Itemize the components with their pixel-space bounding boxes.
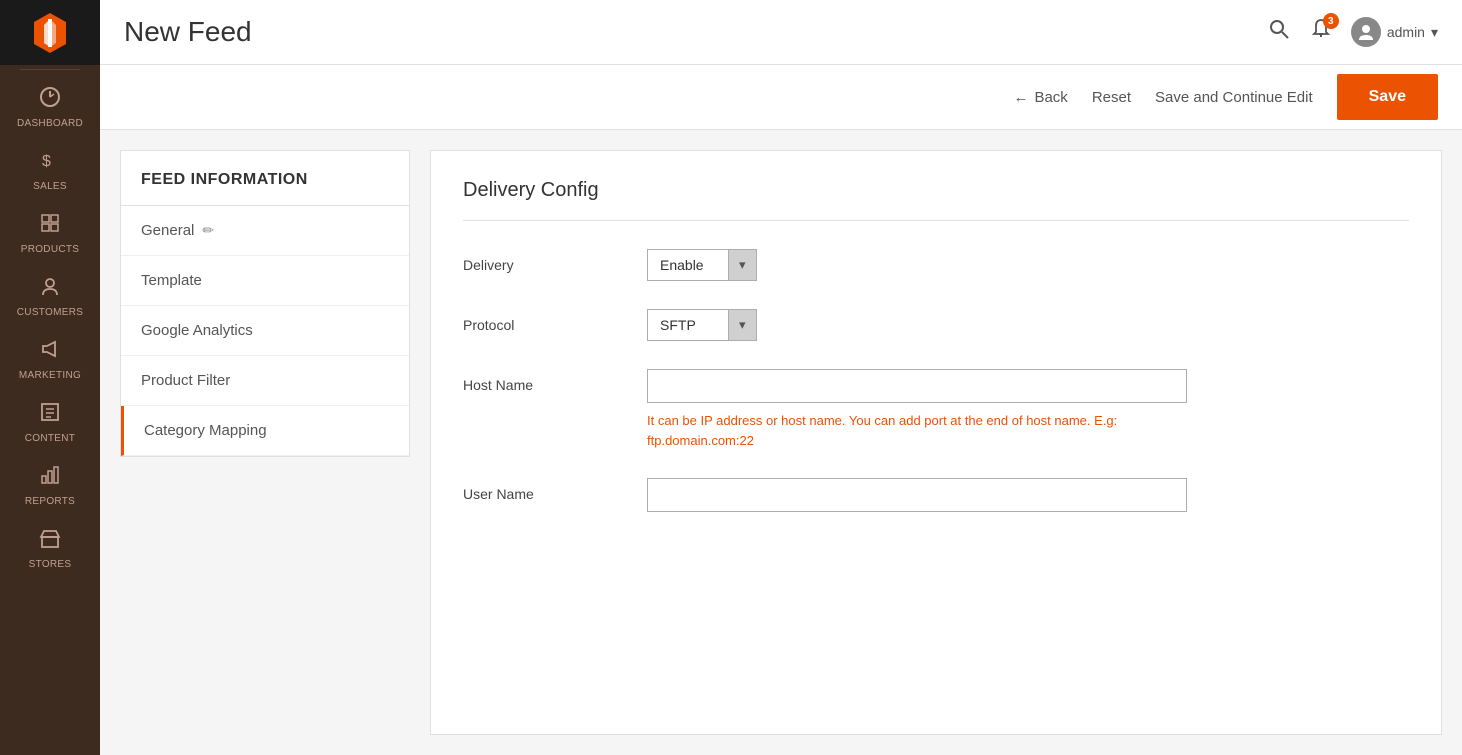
back-button[interactable]: ← Back: [1013, 89, 1067, 106]
delivery-label: Delivery: [463, 249, 623, 273]
search-icon: [1267, 17, 1291, 41]
sidebar-item-label-customers: CUSTOMERS: [17, 307, 83, 318]
nav-label-product-filter: Product Filter: [141, 372, 230, 389]
sidebar-item-label-products: PRODUCTS: [21, 244, 80, 255]
sidebar-item-label-stores: STORES: [29, 559, 72, 570]
notification-badge: 3: [1323, 13, 1339, 29]
username-control: [647, 478, 1409, 512]
magento-logo-icon: [28, 11, 72, 55]
protocol-control: SFTP: [647, 309, 1409, 341]
user-dropdown-arrow: ▾: [1431, 24, 1438, 41]
edit-icon-general: ✏: [202, 222, 214, 239]
content-area: FEED INFORMATION General ✏ Template Goog…: [100, 130, 1462, 755]
delivery-row: Delivery Enable: [463, 249, 1409, 281]
search-button[interactable]: [1267, 17, 1291, 47]
customers-icon: [39, 275, 61, 303]
save-continue-button[interactable]: Save and Continue Edit: [1155, 89, 1313, 106]
action-bar: ← Back Reset Save and Continue Edit Save: [100, 65, 1462, 130]
protocol-select-wrapper: SFTP: [647, 309, 757, 341]
user-avatar: [1351, 17, 1381, 47]
hostname-input[interactable]: [647, 369, 1187, 403]
sidebar-divider: [20, 69, 80, 70]
delivery-select-arrow[interactable]: [728, 250, 756, 280]
section-divider: [463, 220, 1409, 221]
save-button[interactable]: Save: [1337, 74, 1438, 120]
sidebar-item-reports[interactable]: REPORTS: [0, 452, 100, 515]
nav-item-general[interactable]: General ✏: [121, 206, 409, 256]
nav-label-category-mapping: Category Mapping: [144, 422, 267, 439]
username-label: User Name: [463, 478, 623, 502]
right-panel: Delivery Config Delivery Enable Protocol…: [430, 150, 1442, 735]
delivery-select-wrapper: Enable: [647, 249, 757, 281]
section-title: Delivery Config: [463, 179, 1409, 202]
sidebar-item-sales[interactable]: $ SALES: [0, 137, 100, 200]
reset-button[interactable]: Reset: [1092, 89, 1131, 106]
reports-icon: [39, 464, 61, 492]
user-menu[interactable]: admin ▾: [1351, 17, 1438, 47]
sidebar-item-label-reports: REPORTS: [25, 496, 75, 507]
nav-item-product-filter[interactable]: Product Filter: [121, 356, 409, 406]
stores-icon: [39, 527, 61, 555]
protocol-label: Protocol: [463, 309, 623, 333]
left-panel: FEED INFORMATION General ✏ Template Goog…: [120, 150, 410, 457]
marketing-icon: [39, 338, 61, 366]
sidebar-item-dashboard[interactable]: DASHBOARD: [0, 74, 100, 137]
sidebar-item-customers[interactable]: CUSTOMERS: [0, 263, 100, 326]
nav-label-template: Template: [141, 272, 202, 289]
sidebar-item-marketing[interactable]: MARKETING: [0, 326, 100, 389]
protocol-select-arrow[interactable]: [728, 310, 756, 340]
sidebar-logo: [0, 0, 100, 65]
nav-label-general: General: [141, 222, 194, 239]
sidebar-item-label-dashboard: DASHBOARD: [17, 118, 83, 129]
sidebar-item-label-sales: SALES: [33, 181, 67, 192]
hostname-row: Host Name It can be IP address or host n…: [463, 369, 1409, 450]
hostname-control: It can be IP address or host name. You c…: [647, 369, 1409, 450]
nav-item-google-analytics[interactable]: Google Analytics: [121, 306, 409, 356]
hostname-label: Host Name: [463, 369, 623, 393]
username-input[interactable]: [647, 478, 1187, 512]
top-header: New Feed 3 admin ▾: [100, 0, 1462, 65]
hostname-hint: It can be IP address or host name. You c…: [647, 411, 1187, 450]
protocol-row: Protocol SFTP: [463, 309, 1409, 341]
sidebar-item-products[interactable]: PRODUCTS: [0, 200, 100, 263]
nav-item-template[interactable]: Template: [121, 256, 409, 306]
products-icon: [39, 212, 61, 240]
page-title: New Feed: [124, 16, 252, 48]
svg-text:$: $: [42, 153, 51, 170]
sales-icon: $: [39, 149, 61, 177]
sidebar-item-stores[interactable]: STORES: [0, 515, 100, 578]
left-panel-heading: FEED INFORMATION: [121, 151, 409, 206]
sidebar: DASHBOARD $ SALES PRODUCTS CUSTOMERS MAR…: [0, 0, 100, 755]
nav-label-google-analytics: Google Analytics: [141, 322, 253, 339]
delivery-select-value: Enable: [648, 250, 728, 280]
main-area: New Feed 3 admin ▾ ← Back Reset Save: [100, 0, 1462, 755]
content-icon: [39, 401, 61, 429]
notification-button[interactable]: 3: [1309, 17, 1333, 47]
protocol-select-value: SFTP: [648, 310, 728, 340]
sidebar-item-content[interactable]: CONTENT: [0, 389, 100, 452]
nav-item-category-mapping[interactable]: Category Mapping: [121, 406, 409, 456]
header-actions: 3 admin ▾: [1267, 17, 1438, 47]
sidebar-item-label-marketing: MARKETING: [19, 370, 81, 381]
sidebar-item-label-content: CONTENT: [25, 433, 75, 444]
dashboard-icon: [39, 86, 61, 114]
user-name: admin: [1387, 24, 1425, 40]
back-arrow-icon: ←: [1013, 89, 1028, 106]
username-row: User Name: [463, 478, 1409, 512]
delivery-control: Enable: [647, 249, 1409, 281]
